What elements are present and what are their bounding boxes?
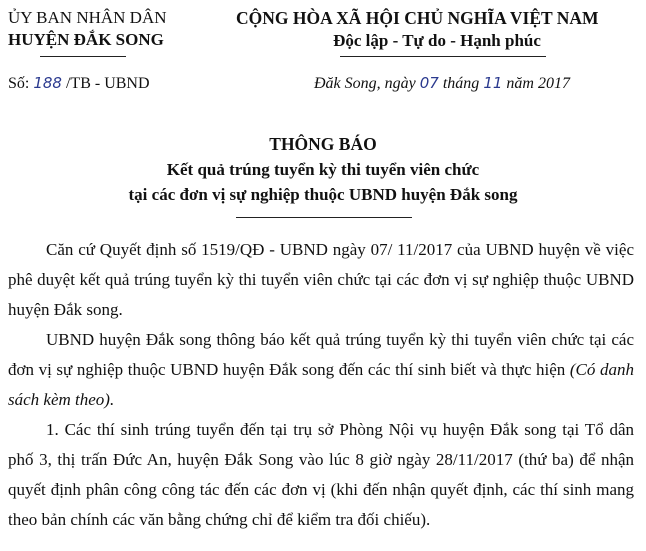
- notice-title: THÔNG BÁO: [269, 134, 377, 154]
- body-paragraph-1: Căn cứ Quyết định số 1519/QĐ - UBND ngày…: [8, 240, 634, 319]
- document-number: Số: 188 /TB - UBND: [8, 74, 150, 93]
- date-month-label: tháng: [442, 75, 480, 92]
- org-name-line2: HUYỆN ĐẮK SONG: [8, 30, 164, 49]
- body-paragraph-2: UBND huyện Đắk song thông báo kết quả tr…: [8, 325, 634, 415]
- org-underline: [40, 56, 126, 57]
- body-paragraph-2-text: UBND huyện Đắk song thông báo kết quả tr…: [8, 330, 634, 379]
- doc-number-handwritten: 188: [33, 74, 62, 92]
- country-name: CỘNG HÒA XÃ HỘI CHỦ NGHĨA VIỆT NAM: [236, 8, 599, 28]
- date-day-handwritten: 07: [419, 74, 439, 92]
- doc-number-suffix: /TB - UBND: [65, 75, 150, 92]
- body-paragraph-3: 1. Các thí sinh trúng tuyển đến tại trụ …: [8, 420, 634, 529]
- national-motto: Độc lập - Tự do - Hạnh phúc: [333, 31, 541, 50]
- doc-number-prefix: Số:: [8, 75, 30, 92]
- notice-subtitle-line1: Kết quả trúng tuyển kỳ thi tuyển viên ch…: [166, 160, 480, 179]
- date-month-handwritten: 11: [483, 74, 503, 92]
- notice-subtitle-line2: tại các đơn vị sự nghiệp thuộc UBND huyệ…: [128, 185, 518, 204]
- date-year: năm 2017: [506, 75, 570, 92]
- motto-underline: [340, 56, 546, 57]
- title-underline: [236, 217, 412, 218]
- date-prefix: Đăk Song, ngày: [314, 75, 416, 92]
- issue-date: Đăk Song, ngày 07 tháng 11 năm 2017: [314, 74, 570, 93]
- notice-body: Căn cứ Quyết định số 1519/QĐ - UBND ngày…: [8, 235, 634, 535]
- org-name-line1: ỦY BAN NHÂN DÂN: [8, 8, 167, 27]
